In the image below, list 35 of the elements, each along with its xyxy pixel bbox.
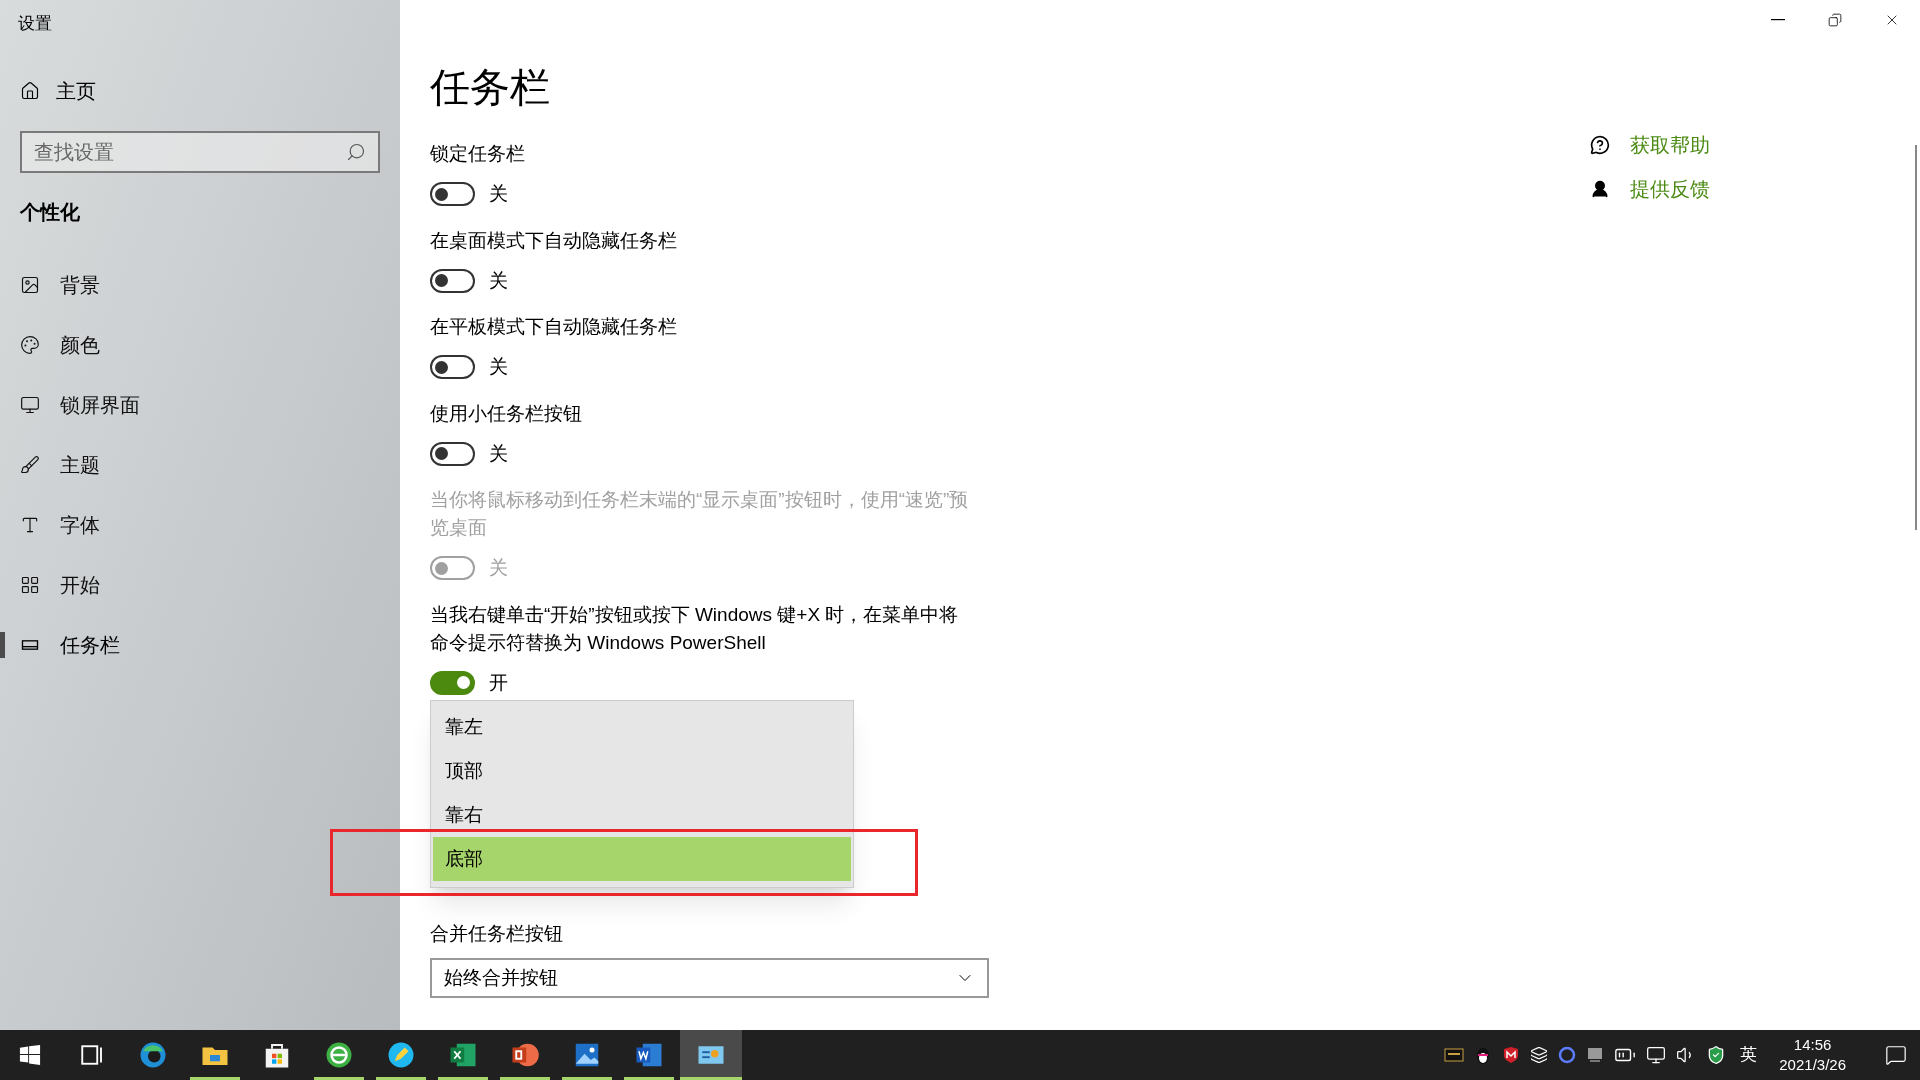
window-title: 设置 — [18, 13, 53, 35]
setting-label: 当你将鼠标移动到任务栏末端的“显示桌面”按钮时，使用“速览”预览桌面 — [430, 488, 970, 540]
nav-item[interactable]: 字体 — [20, 509, 100, 540]
nav-item[interactable]: 锁屏界面 — [20, 389, 140, 420]
menu-item[interactable]: 底部 — [433, 837, 851, 881]
toggle-state: 关 — [489, 556, 508, 580]
nav-item[interactable]: 任务栏 — [20, 629, 120, 660]
section-heading: 个性化 — [20, 199, 81, 225]
home-link[interactable]: 主页 — [20, 75, 400, 106]
page-title: 任务栏 — [430, 64, 551, 111]
menu-item[interactable]: 靠右 — [433, 793, 851, 837]
toggle-state: 关 — [489, 182, 508, 206]
nav-item[interactable]: 主题 — [20, 449, 100, 480]
input-method[interactable]: 英 — [1740, 1042, 1758, 1068]
toggle-state: 关 — [489, 268, 508, 293]
search-field[interactable]: 查找设置 — [20, 130, 380, 173]
toggle-state: 开 — [489, 670, 508, 695]
setting-label: 锁定任务栏 — [430, 142, 526, 166]
setting-label: 使用小任务栏按钮 — [430, 401, 583, 426]
setting-label: 在平板模式下自动隐藏任务栏 — [430, 315, 678, 339]
menu-item[interactable]: 顶部 — [433, 749, 851, 793]
setting-label: 合并任务栏按钮 — [430, 922, 564, 946]
nav-item[interactable]: 背景 — [20, 269, 100, 300]
combo-box[interactable]: 始终合并按钮 — [430, 958, 989, 998]
setting-label: 在桌面模式下自动隐藏任务栏 — [430, 228, 678, 253]
nav-item[interactable]: 开始 — [20, 569, 100, 600]
toggle-state: 关 — [489, 441, 508, 466]
toggle-state: 关 — [489, 355, 508, 379]
nav-item[interactable]: 颜色 — [20, 329, 100, 360]
help-link[interactable]: 获取帮助 — [1630, 130, 1710, 160]
menu-item[interactable]: 靠左 — [433, 705, 851, 749]
setting-label: 当我右键单击“开始”按钮或按下 Windows 键+X 时，在菜单中将命令提示符替换为 Windows PowerShell — [430, 602, 960, 655]
help-link[interactable]: 提供反馈 — [1630, 174, 1710, 204]
search-input[interactable]: 查找设置 — [34, 136, 346, 167]
clock[interactable]: 14:56 2021/3/26 — [1779, 1035, 1846, 1075]
